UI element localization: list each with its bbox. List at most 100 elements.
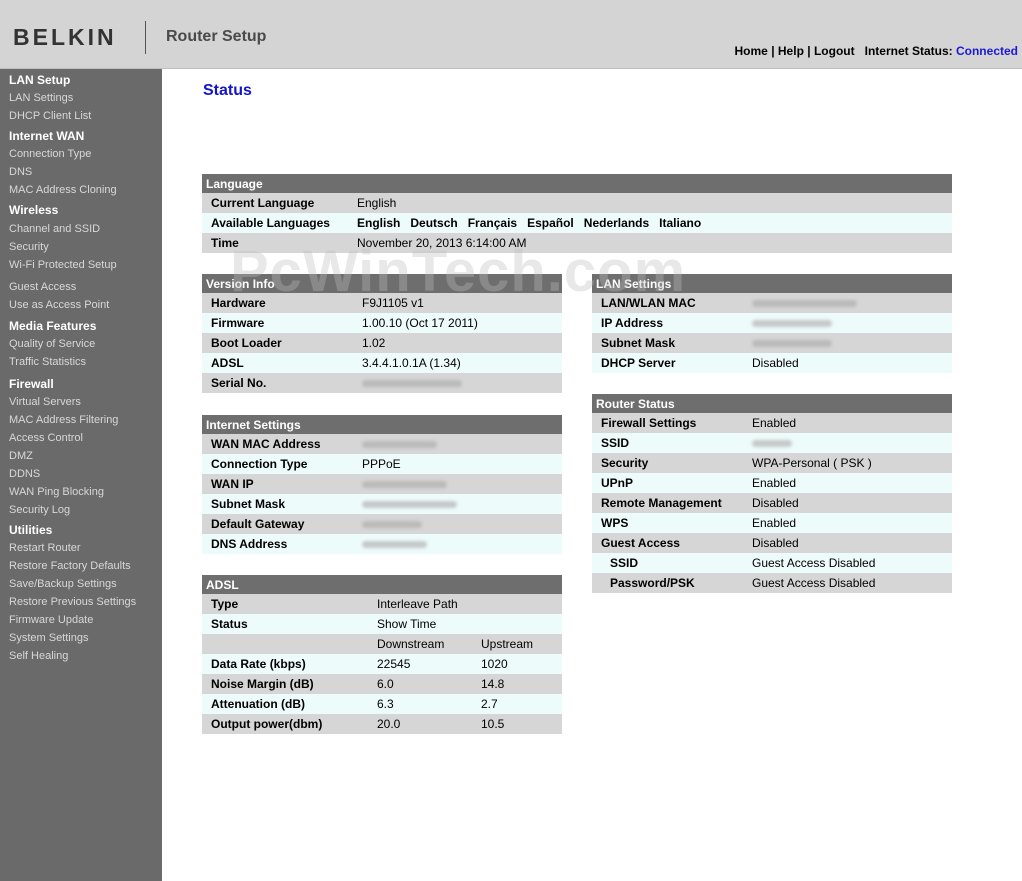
guest-access-value: Disabled bbox=[743, 533, 952, 553]
available-languages-label: Available Languages bbox=[202, 213, 348, 233]
nav-item-security-log[interactable]: Security Log bbox=[9, 504, 70, 516]
guest-access-label: Guest Access bbox=[592, 533, 743, 553]
security-label: Security bbox=[592, 453, 743, 473]
wan-mac-label: WAN MAC Address bbox=[202, 434, 353, 454]
noise-margin-down: 6.0 bbox=[368, 674, 472, 694]
nav-item-security[interactable]: Security bbox=[9, 241, 49, 253]
nav-item-access-control[interactable]: Access Control bbox=[9, 432, 83, 444]
language-option[interactable]: English bbox=[357, 216, 400, 230]
current-language-value: English bbox=[348, 193, 952, 213]
redacted-value bbox=[752, 320, 832, 328]
redacted-value bbox=[362, 481, 447, 489]
data-rate-up: 1020 bbox=[472, 654, 562, 674]
nav-item-wifi-protected-setup[interactable]: Wi-Fi Protected Setup bbox=[9, 259, 117, 271]
link-separator: | bbox=[807, 44, 811, 58]
nav-section-lan-setup[interactable]: LAN Setup bbox=[9, 73, 70, 87]
lan-subnet-value bbox=[743, 333, 952, 353]
language-option[interactable]: Nederlands bbox=[584, 216, 649, 230]
nav-item-dmz[interactable]: DMZ bbox=[9, 450, 33, 462]
hardware-value: F9J1105 v1 bbox=[353, 293, 562, 313]
lan-mac-label: LAN/WLAN MAC bbox=[592, 293, 743, 313]
adsl-version-label: ADSL bbox=[202, 353, 353, 373]
nav-item-restart-router[interactable]: Restart Router bbox=[9, 542, 81, 554]
adsl-type-value: Interleave Path bbox=[368, 594, 562, 614]
nav-item-restore-previous[interactable]: Restore Previous Settings bbox=[9, 596, 136, 608]
nav-item-mac-filtering[interactable]: MAC Address Filtering bbox=[9, 414, 118, 426]
available-languages: English Deutsch Français Español Nederla… bbox=[348, 213, 952, 233]
lan-subnet-label: Subnet Mask bbox=[592, 333, 743, 353]
nav-section-wireless[interactable]: Wireless bbox=[9, 203, 58, 217]
output-power-label: Output power(dbm) bbox=[202, 714, 368, 734]
nav-item-access-point[interactable]: Use as Access Point bbox=[9, 299, 109, 311]
internet-settings-header: Internet Settings bbox=[202, 413, 562, 434]
boot-loader-label: Boot Loader bbox=[202, 333, 353, 353]
nav-item-save-backup[interactable]: Save/Backup Settings bbox=[9, 578, 117, 590]
firmware-value: 1.00.10 (Oct 17 2011) bbox=[353, 313, 562, 333]
nav-item-dns[interactable]: DNS bbox=[9, 166, 32, 178]
help-link[interactable]: Help bbox=[778, 44, 804, 58]
noise-margin-up: 14.8 bbox=[472, 674, 562, 694]
belkin-logo[interactable]: BELKIN bbox=[13, 24, 117, 51]
redacted-value bbox=[362, 521, 422, 529]
output-power-up: 10.5 bbox=[472, 714, 562, 734]
nav-item-connection-type[interactable]: Connection Type bbox=[9, 148, 91, 160]
adsl-status-value: Show Time bbox=[368, 614, 562, 634]
nav-item-restore-factory[interactable]: Restore Factory Defaults bbox=[9, 560, 131, 572]
upnp-label: UPnP bbox=[592, 473, 743, 493]
nav-item-ddns[interactable]: DDNS bbox=[9, 468, 40, 480]
nav-item-system-settings[interactable]: System Settings bbox=[9, 632, 88, 644]
lan-ip-label: IP Address bbox=[592, 313, 743, 333]
noise-margin-label: Noise Margin (dB) bbox=[202, 674, 368, 694]
subnet-mask-label: Subnet Mask bbox=[202, 494, 353, 514]
adsl-table: ADSL Type Interleave Path Status Show Time… bbox=[202, 573, 562, 734]
nav-item-mac-address-cloning[interactable]: MAC Address Cloning bbox=[9, 184, 117, 196]
adsl-empty-cell bbox=[202, 634, 368, 654]
redacted-value bbox=[362, 441, 437, 449]
output-power-down: 20.0 bbox=[368, 714, 472, 734]
dns-address-label: DNS Address bbox=[202, 534, 353, 554]
serial-no-value bbox=[353, 373, 562, 393]
nav-item-wan-ping-blocking[interactable]: WAN Ping Blocking bbox=[9, 486, 104, 498]
language-option[interactable]: Español bbox=[527, 216, 574, 230]
adsl-type-label: Type bbox=[202, 594, 368, 614]
guest-password-value: Guest Access Disabled bbox=[743, 573, 952, 593]
logout-link[interactable]: Logout bbox=[814, 44, 855, 58]
redacted-value bbox=[752, 300, 857, 308]
wan-mac-value bbox=[353, 434, 562, 454]
serial-no-label: Serial No. bbox=[202, 373, 353, 393]
subnet-mask-value bbox=[353, 494, 562, 514]
guest-ssid-value: Guest Access Disabled bbox=[743, 553, 952, 573]
router-status-table: Router Status Firewall Settings Enabled S… bbox=[592, 392, 952, 593]
nav-item-qos[interactable]: Quality of Service bbox=[9, 338, 95, 350]
nav-item-channel-ssid[interactable]: Channel and SSID bbox=[9, 223, 100, 235]
router-status-header: Router Status bbox=[592, 392, 952, 413]
page: BELKIN Router Setup Home | Help | Logout… bbox=[0, 0, 1022, 881]
nav-section-firewall[interactable]: Firewall bbox=[9, 377, 54, 391]
language-option[interactable]: Français bbox=[468, 216, 517, 230]
internet-settings-table: Internet Settings WAN MAC Address Connec… bbox=[202, 413, 562, 554]
home-link[interactable]: Home bbox=[735, 44, 768, 58]
language-option[interactable]: Italiano bbox=[659, 216, 701, 230]
nav-item-firmware-update[interactable]: Firmware Update bbox=[9, 614, 93, 626]
nav-item-virtual-servers[interactable]: Virtual Servers bbox=[9, 396, 81, 408]
nav-item-lan-settings[interactable]: LAN Settings bbox=[9, 92, 73, 104]
upstream-header: Upstream bbox=[472, 634, 562, 654]
nav-item-dhcp-client-list[interactable]: DHCP Client List bbox=[9, 110, 91, 122]
nav-section-internet-wan[interactable]: Internet WAN bbox=[9, 129, 84, 143]
firewall-settings-value: Enabled bbox=[743, 413, 952, 433]
page-title: Status bbox=[203, 82, 252, 99]
wan-ip-value bbox=[353, 474, 562, 494]
nav-item-guest-access[interactable]: Guest Access bbox=[9, 281, 76, 293]
lan-mac-value bbox=[743, 293, 952, 313]
remote-management-label: Remote Management bbox=[592, 493, 743, 513]
language-option[interactable]: Deutsch bbox=[410, 216, 457, 230]
nav-item-self-healing[interactable]: Self Healing bbox=[9, 650, 68, 662]
security-value: WPA-Personal ( PSK ) bbox=[743, 453, 952, 473]
nav-section-utilities[interactable]: Utilities bbox=[9, 523, 52, 537]
upnp-value: Enabled bbox=[743, 473, 952, 493]
nav-section-media-features[interactable]: Media Features bbox=[9, 319, 96, 333]
internet-status-value[interactable]: Connected bbox=[956, 44, 1018, 58]
nav-item-traffic-statistics[interactable]: Traffic Statistics bbox=[9, 356, 86, 368]
language-header: Language bbox=[202, 172, 952, 193]
connection-type-label: Connection Type bbox=[202, 454, 353, 474]
